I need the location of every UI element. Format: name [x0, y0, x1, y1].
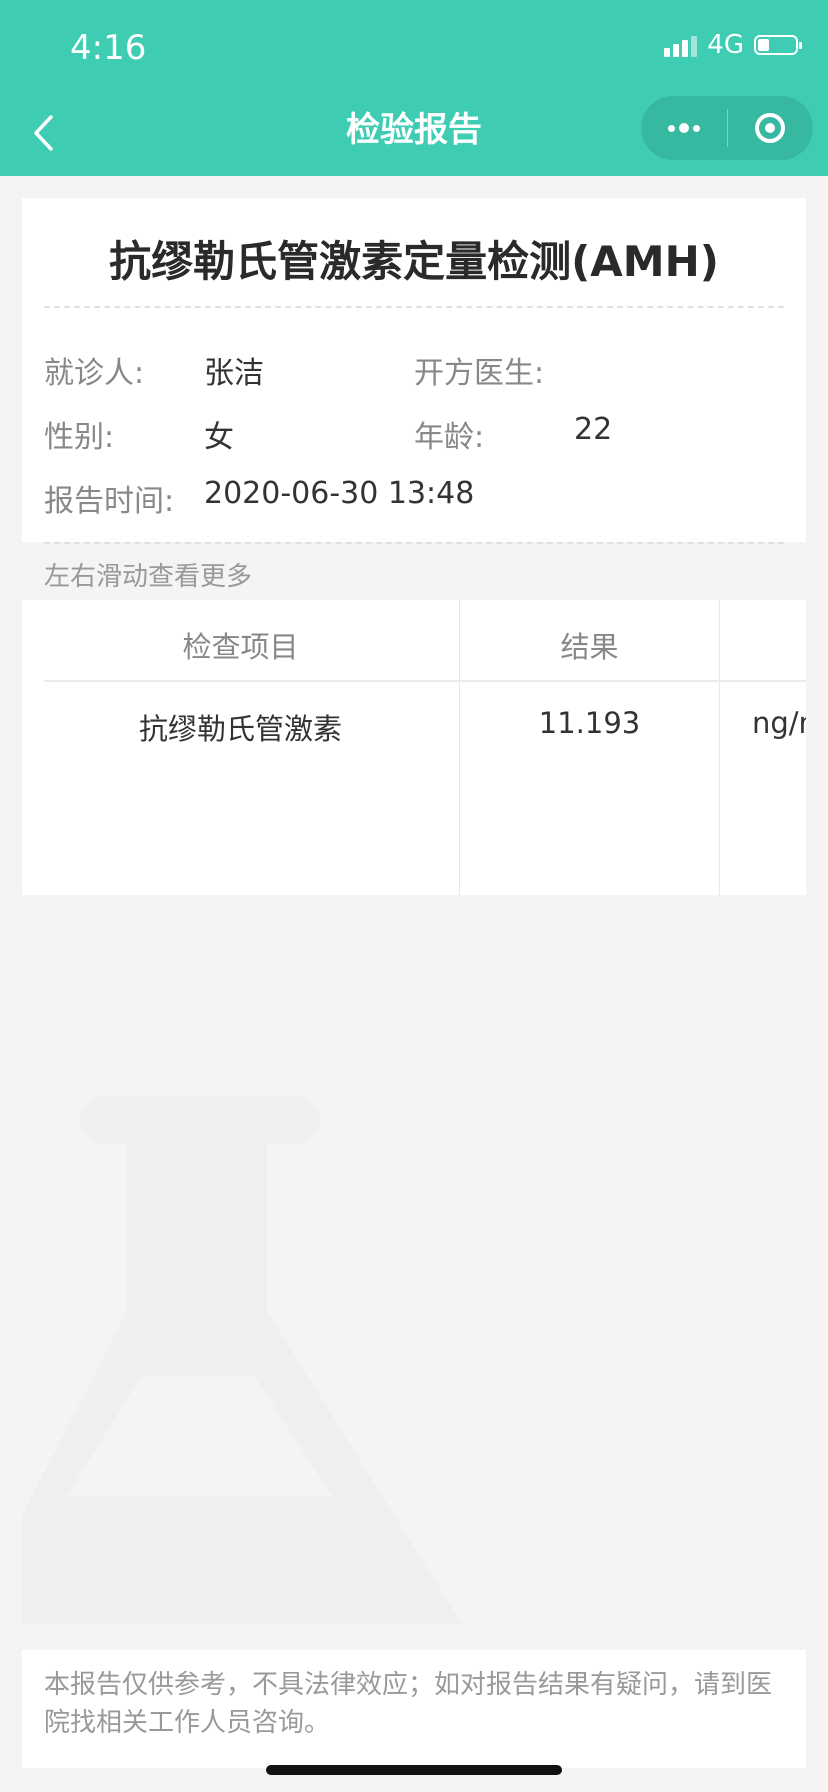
- gender-label: 性别:: [44, 420, 115, 455]
- signal-icon: [664, 33, 698, 57]
- report-time-label: 报告时间:: [44, 484, 175, 519]
- disclaimer-notice: 本报告仅供参考，不具法律效应；如对报告结果有疑问，请到医院找相关工作人员咨询。: [22, 1650, 806, 1768]
- header-bar: 4:16 4G 检验报告: [0, 0, 828, 176]
- cell-unit: ng/mL: [752, 706, 806, 740]
- status-indicators: 4G: [664, 30, 802, 60]
- cell-item: 抗缪勒氏管激素: [138, 712, 342, 746]
- cell-result: 11.193: [538, 706, 641, 740]
- age-label: 年龄:: [414, 420, 485, 455]
- report-title: 抗缪勒氏管激素定量检测(AMH): [109, 237, 719, 286]
- patient-value: 张洁: [204, 356, 264, 391]
- gender-value: 女: [204, 420, 234, 455]
- close-button[interactable]: [728, 96, 814, 160]
- divider: [44, 306, 784, 308]
- home-indicator: [266, 1765, 562, 1775]
- more-dots-icon: [667, 123, 700, 133]
- flask-watermark-icon: [22, 1096, 462, 1624]
- more-button[interactable]: [641, 96, 727, 160]
- mini-program-capsule: [641, 96, 813, 160]
- report-time-value: 2020-06-30 13:48: [204, 476, 475, 511]
- column-header-result: 结果: [560, 630, 619, 664]
- scroll-hint: 左右滑动查看更多: [44, 562, 253, 592]
- network-type: 4G: [707, 30, 744, 60]
- target-icon: [755, 113, 786, 143]
- doctor-label: 开方医生:: [414, 356, 545, 391]
- status-time: 4:16: [70, 28, 147, 68]
- column-header-item: 检查项目: [182, 630, 299, 664]
- divider: [44, 542, 784, 544]
- age-value: 22: [574, 412, 613, 447]
- battery-icon: [754, 35, 802, 55]
- column-header-unit: 单位: [720, 624, 806, 666]
- report-info-card: 抗缪勒氏管激素定量检测(AMH) 就诊人: 张洁 开方医生: 性别: 女 年龄:…: [22, 198, 806, 542]
- patient-label: 就诊人:: [44, 356, 145, 391]
- results-table[interactable]: 检查项目 结果 单位 抗缪勒氏管激素 11.193 ng/mL: [22, 600, 806, 895]
